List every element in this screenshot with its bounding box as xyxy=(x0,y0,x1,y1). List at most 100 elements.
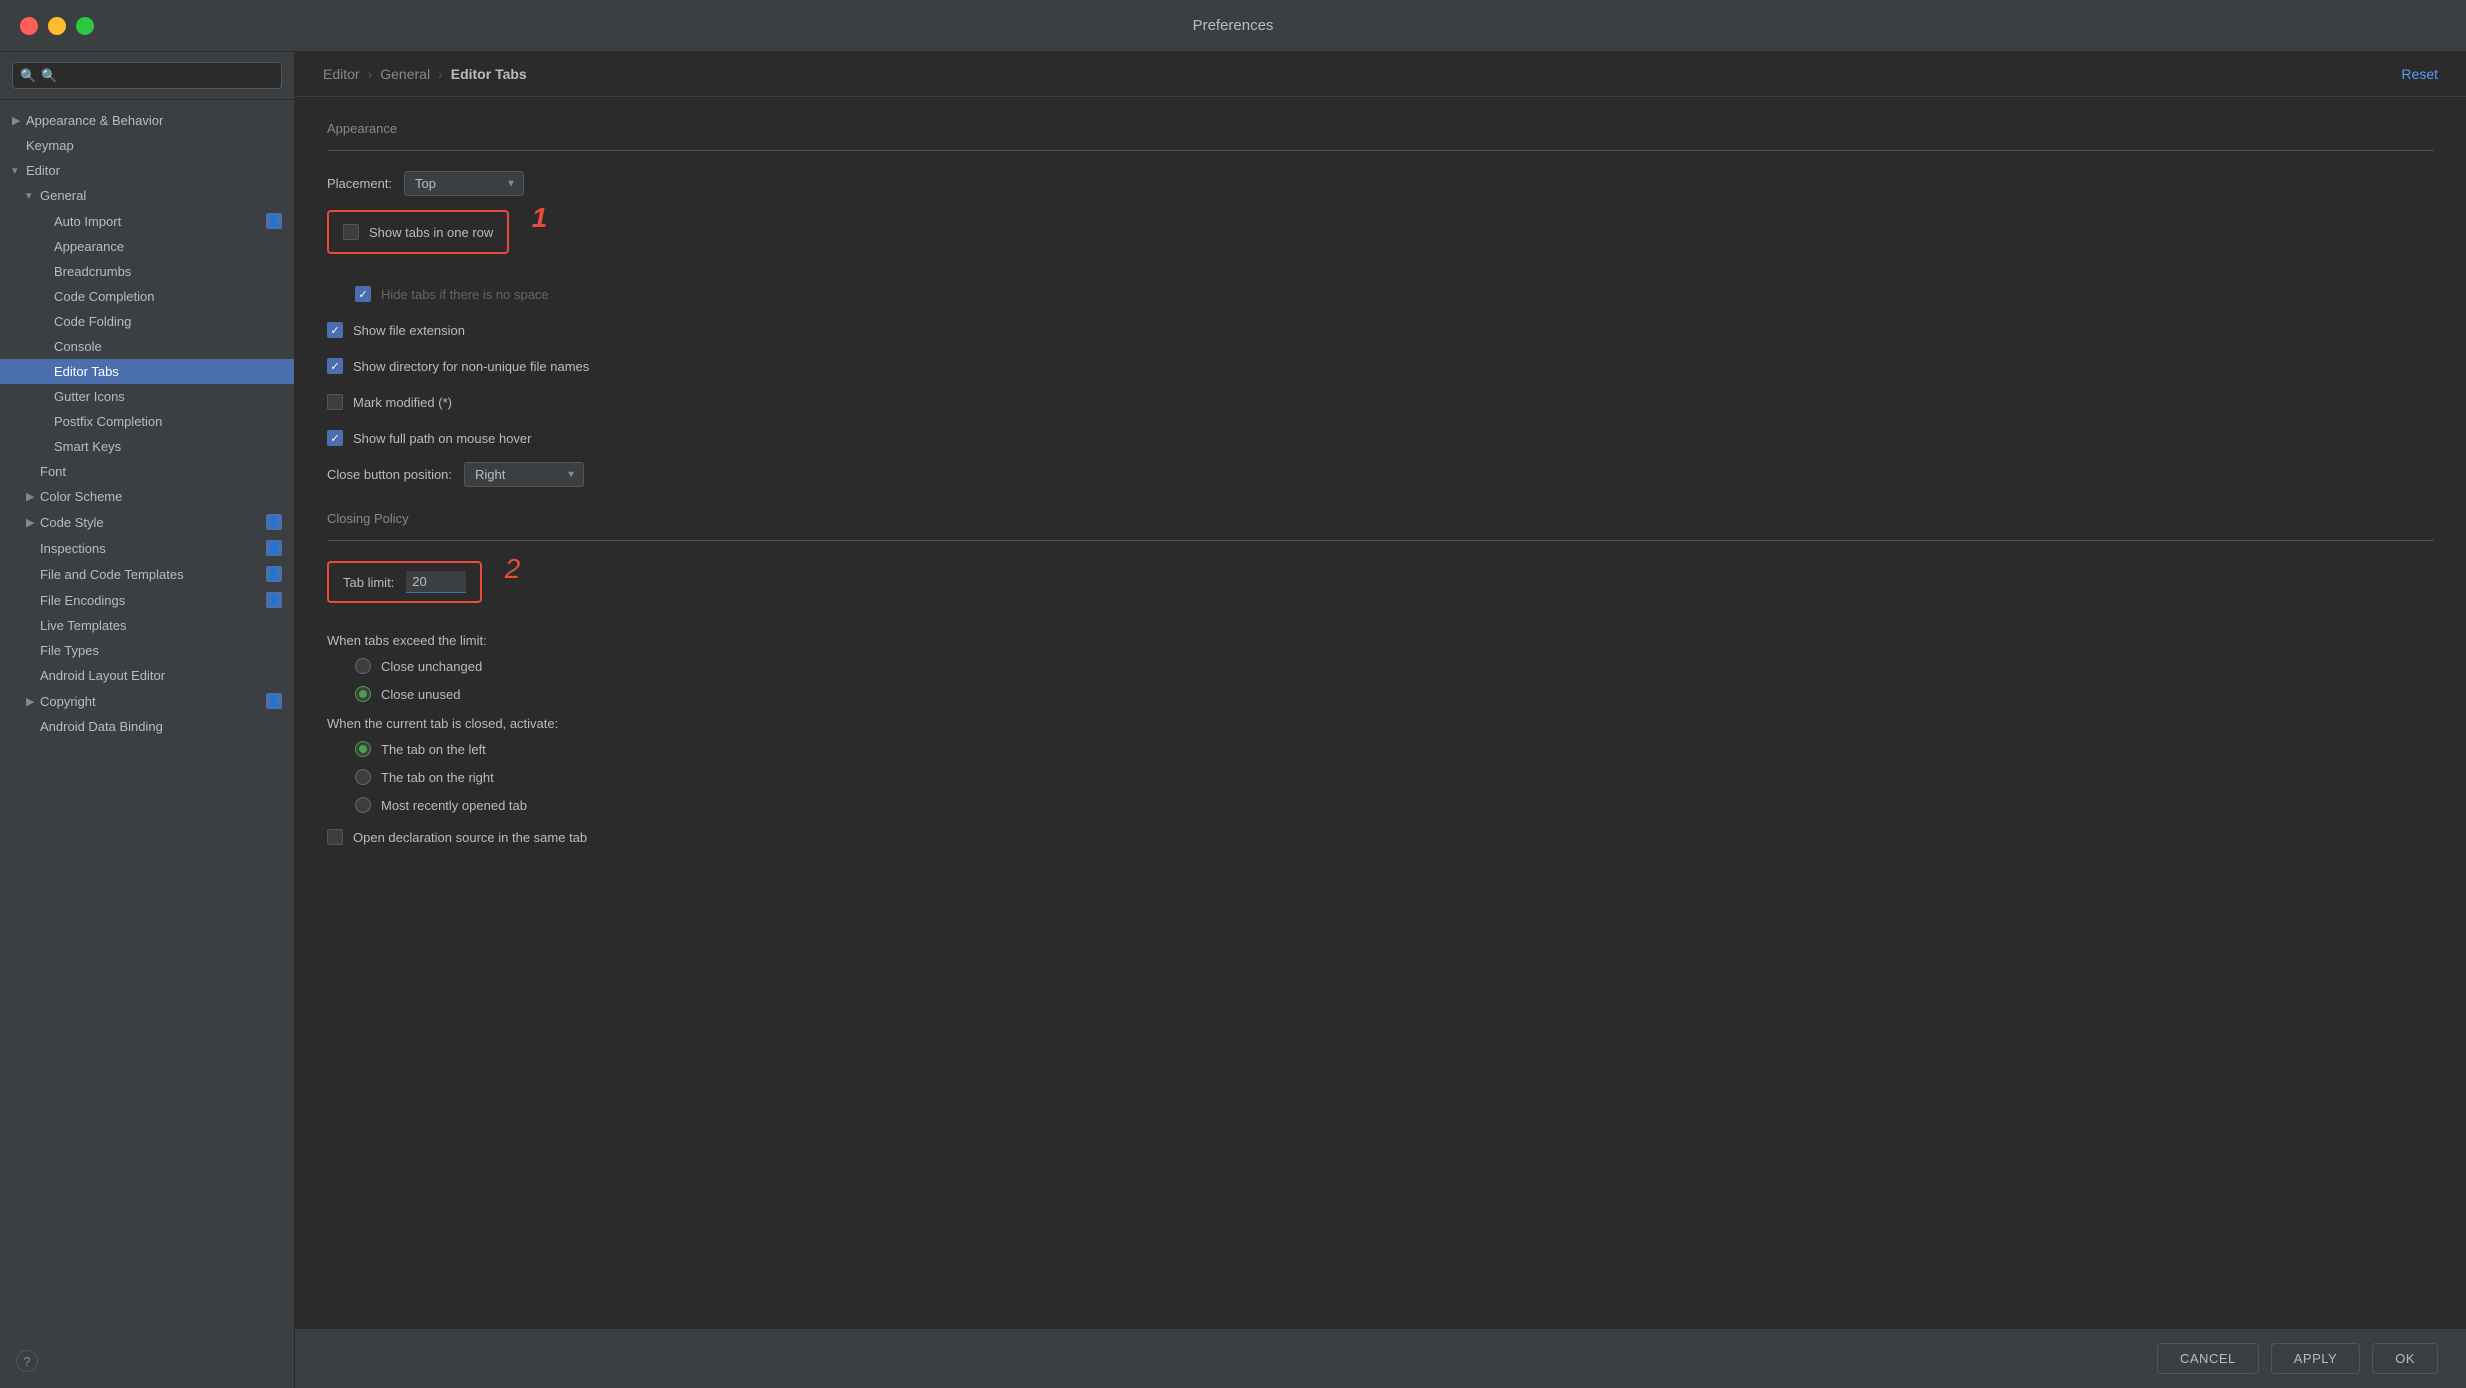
minimize-button[interactable] xyxy=(48,17,66,35)
show-directory-checkbox[interactable] xyxy=(327,358,343,374)
maximize-button[interactable] xyxy=(76,17,94,35)
breadcrumb-current: Editor Tabs xyxy=(451,66,527,82)
tab-left-label[interactable]: The tab on the left xyxy=(381,742,486,757)
sidebar-item-breadcrumbs[interactable]: Breadcrumbs xyxy=(0,259,294,284)
settings-panel: Appearance Placement: Top Bottom Left Ri… xyxy=(295,97,2466,1328)
show-tabs-one-row-checkbox[interactable] xyxy=(343,224,359,240)
hide-tabs-no-space-row: Hide tabs if there is no space xyxy=(355,282,2434,306)
recently-opened-radio[interactable] xyxy=(355,797,371,813)
sidebar-item-code-completion[interactable]: Code Completion xyxy=(0,284,294,309)
sidebar-label-general: General xyxy=(40,188,282,203)
sidebar-item-file-code-templates[interactable]: File and Code Templates👤 xyxy=(0,561,294,587)
breadcrumb-sep1: › xyxy=(368,66,373,82)
placement-label: Placement: xyxy=(327,176,392,191)
sidebar-badge-file-encodings: 👤 xyxy=(266,592,282,608)
sidebar-label-code-style: Code Style xyxy=(40,515,266,530)
sidebar-label-inspections: Inspections xyxy=(40,541,266,556)
sidebar-arrow-general: ▾ xyxy=(26,189,40,202)
sidebar-item-appearance[interactable]: Appearance xyxy=(0,234,294,259)
show-file-extension-label[interactable]: Show file extension xyxy=(353,323,465,338)
sidebar-label-android-data-binding: Android Data Binding xyxy=(40,719,282,734)
tab-right-radio[interactable] xyxy=(355,769,371,785)
annotation-2: 2 xyxy=(505,553,521,585)
sidebar-tree: ▶Appearance & BehaviorKeymap▾Editor▾Gene… xyxy=(0,100,294,1388)
window-controls xyxy=(20,17,94,35)
sidebar-item-smart-keys[interactable]: Smart Keys xyxy=(0,434,294,459)
sidebar-label-file-encodings: File Encodings xyxy=(40,593,266,608)
sidebar-item-android-data-binding[interactable]: Android Data Binding xyxy=(0,714,294,739)
show-directory-label[interactable]: Show directory for non-unique file names xyxy=(353,359,589,374)
sidebar-item-file-types[interactable]: File Types xyxy=(0,638,294,663)
open-declaration-checkbox[interactable] xyxy=(327,829,343,845)
sidebar-arrow-appearance-behavior: ▶ xyxy=(12,114,26,127)
sidebar-item-console[interactable]: Console xyxy=(0,334,294,359)
tab-right-label[interactable]: The tab on the right xyxy=(381,770,494,785)
when-exceed-label: When tabs exceed the limit: xyxy=(327,633,2434,648)
close-unchanged-label[interactable]: Close unchanged xyxy=(381,659,482,674)
sidebar-item-live-templates[interactable]: Live Templates xyxy=(0,613,294,638)
placement-dropdown[interactable]: Top Bottom Left Right None xyxy=(404,171,524,196)
tab-left-radio[interactable] xyxy=(355,741,371,757)
sidebar-arrow-color-scheme: ▶ xyxy=(26,490,40,503)
sidebar-badge-file-code-templates: 👤 xyxy=(266,566,282,582)
sidebar-item-postfix-completion[interactable]: Postfix Completion xyxy=(0,409,294,434)
close-unused-row: Close unused xyxy=(355,686,2434,702)
close-button-position-row: Close button position: Right Left Hidden… xyxy=(327,462,2434,487)
search-input[interactable] xyxy=(12,62,282,89)
show-file-extension-checkbox[interactable] xyxy=(327,322,343,338)
show-tabs-one-row-label[interactable]: Show tabs in one row xyxy=(369,225,493,240)
sidebar-item-inspections[interactable]: Inspections👤 xyxy=(0,535,294,561)
sidebar-label-gutter-icons: Gutter Icons xyxy=(54,389,282,404)
sidebar-item-general[interactable]: ▾General xyxy=(0,183,294,208)
apply-button[interactable]: APPLY xyxy=(2271,1343,2360,1374)
sidebar-badge-copyright: 👤 xyxy=(266,693,282,709)
sidebar-item-code-folding[interactable]: Code Folding xyxy=(0,309,294,334)
close-unused-radio[interactable] xyxy=(355,686,371,702)
sidebar-badge-code-style: 👤 xyxy=(266,514,282,530)
recently-opened-label[interactable]: Most recently opened tab xyxy=(381,798,527,813)
sidebar-label-smart-keys: Smart Keys xyxy=(54,439,282,454)
ok-button[interactable]: OK xyxy=(2372,1343,2438,1374)
tab-limit-label: Tab limit: xyxy=(343,575,394,590)
show-full-path-checkbox[interactable] xyxy=(327,430,343,446)
close-unused-label[interactable]: Close unused xyxy=(381,687,461,702)
search-icon: 🔍 xyxy=(20,68,36,84)
sidebar-item-code-style[interactable]: ▶Code Style👤 xyxy=(0,509,294,535)
reset-button[interactable]: Reset xyxy=(2401,66,2438,82)
breadcrumb-part2: General xyxy=(380,66,430,82)
sidebar: 🔍 ▶Appearance & BehaviorKeymap▾Editor▾Ge… xyxy=(0,52,295,1388)
mark-modified-label[interactable]: Mark modified (*) xyxy=(353,395,452,410)
sidebar-item-appearance-behavior[interactable]: ▶Appearance & Behavior xyxy=(0,108,294,133)
show-full-path-label[interactable]: Show full path on mouse hover xyxy=(353,431,532,446)
cancel-button[interactable]: CANCEL xyxy=(2157,1343,2259,1374)
help-icon[interactable]: ? xyxy=(16,1350,38,1372)
show-tabs-one-row-outlined: Show tabs in one row xyxy=(327,210,509,254)
tab-right-row: The tab on the right xyxy=(355,769,2434,785)
hide-tabs-no-space-label: Hide tabs if there is no space xyxy=(381,287,549,302)
sidebar-item-gutter-icons[interactable]: Gutter Icons xyxy=(0,384,294,409)
sidebar-item-font[interactable]: Font xyxy=(0,459,294,484)
sidebar-item-editor-tabs[interactable]: Editor Tabs xyxy=(0,359,294,384)
sidebar-item-auto-import[interactable]: Auto Import👤 xyxy=(0,208,294,234)
sidebar-item-keymap[interactable]: Keymap xyxy=(0,133,294,158)
mark-modified-checkbox[interactable] xyxy=(327,394,343,410)
close-button-dropdown[interactable]: Right Left Hidden xyxy=(464,462,584,487)
sidebar-label-file-types: File Types xyxy=(40,643,282,658)
hide-tabs-no-space-checkbox[interactable] xyxy=(355,286,371,302)
open-declaration-label[interactable]: Open declaration source in the same tab xyxy=(353,830,587,845)
sidebar-label-auto-import: Auto Import xyxy=(54,214,266,229)
sidebar-arrow-editor: ▾ xyxy=(12,164,26,177)
close-button[interactable] xyxy=(20,17,38,35)
sidebar-item-copyright[interactable]: ▶Copyright👤 xyxy=(0,688,294,714)
close-button-dropdown-wrap: Right Left Hidden ▼ xyxy=(464,462,584,487)
tab-limit-input[interactable] xyxy=(406,571,466,593)
placement-dropdown-wrap: Top Bottom Left Right None ▼ xyxy=(404,171,524,196)
sidebar-item-android-layout-editor[interactable]: Android Layout Editor xyxy=(0,663,294,688)
content-header: Editor › General › Editor Tabs Reset xyxy=(295,52,2466,97)
sidebar-item-color-scheme[interactable]: ▶Color Scheme xyxy=(0,484,294,509)
tab-limit-row: Tab limit: xyxy=(343,571,466,593)
sidebar-item-editor[interactable]: ▾Editor xyxy=(0,158,294,183)
sidebar-label-font: Font xyxy=(40,464,282,479)
close-unchanged-radio[interactable] xyxy=(355,658,371,674)
sidebar-item-file-encodings[interactable]: File Encodings👤 xyxy=(0,587,294,613)
